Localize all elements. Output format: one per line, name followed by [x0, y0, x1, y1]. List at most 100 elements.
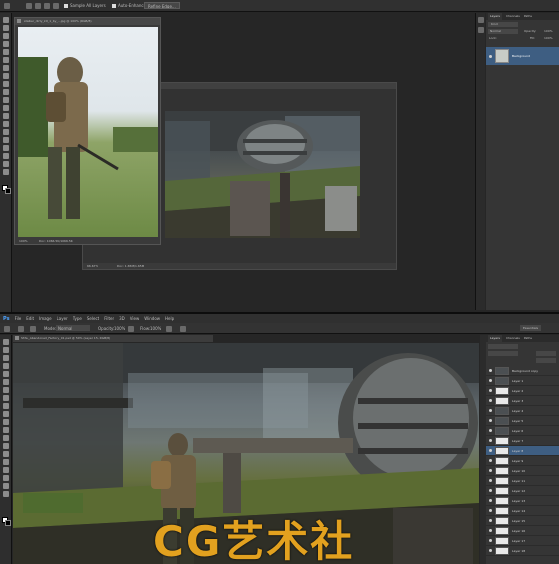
dodge-tool-icon[interactable]: [2, 443, 9, 449]
layer-row-background[interactable]: Background: [486, 47, 559, 65]
layer-row[interactable]: Layer 12: [486, 486, 559, 496]
gradient-tool-icon[interactable]: [2, 427, 9, 433]
visibility-eye-icon[interactable]: [489, 509, 492, 512]
menu-window[interactable]: Window: [144, 316, 160, 321]
visibility-eye-icon[interactable]: [489, 499, 492, 502]
brush-preset-icon[interactable]: [4, 3, 10, 9]
tab-channels[interactable]: Channels: [506, 13, 520, 20]
menu-filter[interactable]: Filter: [104, 316, 114, 321]
visibility-eye-icon[interactable]: [489, 539, 492, 542]
tab-layers-bottom[interactable]: Layers: [488, 335, 502, 342]
tab-paths[interactable]: Paths: [524, 13, 532, 20]
airbrush-icon[interactable]: [166, 326, 172, 332]
tab-channels-bottom[interactable]: Channels: [506, 335, 520, 342]
fill-value[interactable]: 100%: [544, 36, 553, 40]
blend-mode-select[interactable]: Normal: [488, 29, 518, 34]
move-tool-icon[interactable]: [2, 17, 9, 23]
menu-help[interactable]: Help: [165, 316, 174, 321]
layer-row[interactable]: Layer 11: [486, 476, 559, 486]
bottom-kind-filter[interactable]: [488, 344, 518, 349]
kind-filter[interactable]: Kind: [488, 22, 518, 27]
hand-tool-icon[interactable]: [2, 483, 9, 489]
clone-stamp-tool-icon[interactable]: [2, 81, 9, 87]
doc-close-icon[interactable]: [15, 336, 19, 340]
hand-tool-icon[interactable]: [2, 161, 9, 167]
large-doc-zoom[interactable]: 66.67%: [87, 264, 98, 268]
visibility-eye-icon[interactable]: [489, 429, 492, 432]
layer-row[interactable]: Layer 1: [486, 376, 559, 386]
background-color-swatch-bottom[interactable]: [5, 520, 11, 526]
history-brush-tool-icon[interactable]: [2, 89, 9, 95]
marquee-tool-icon[interactable]: [2, 25, 9, 31]
visibility-eye-icon[interactable]: [489, 419, 492, 422]
visibility-eye-icon[interactable]: [489, 489, 492, 492]
eraser-tool-icon[interactable]: [2, 419, 9, 425]
gradient-tool-icon[interactable]: [2, 105, 9, 111]
type-tool-icon[interactable]: [2, 137, 9, 143]
layer-row[interactable]: Layer 13: [486, 496, 559, 506]
crop-tool-icon[interactable]: [2, 49, 9, 55]
healing-tool-icon[interactable]: [2, 387, 9, 393]
pen-tool-icon[interactable]: [2, 129, 9, 135]
brush-tool-icon[interactable]: [2, 73, 9, 79]
menu-layer[interactable]: Layer: [57, 316, 68, 321]
visibility-eye-icon[interactable]: [489, 519, 492, 522]
bottom-blend-mode-select[interactable]: [488, 351, 518, 356]
painting-canvas[interactable]: CG艺术社: [13, 343, 479, 564]
blur-tool-icon[interactable]: [2, 435, 9, 441]
layer-row-selected[interactable]: Layer 8: [486, 446, 559, 456]
menu-image[interactable]: Image: [39, 316, 52, 321]
bottom-doc-tab[interactable]: STAL_Abandoned_Factory_01.psd @ 50% (Lay…: [13, 335, 213, 342]
small-doc-titlebar[interactable]: stalker_dirty_kit_1_by_...jpg @ 100% (RG…: [15, 18, 160, 25]
brush-size-picker-icon[interactable]: [18, 326, 24, 332]
bottom-opacity-field[interactable]: [536, 351, 556, 356]
crop-tool-icon[interactable]: [2, 371, 9, 377]
brush-tool-icon[interactable]: [2, 395, 9, 401]
add-selection-icon[interactable]: [35, 3, 41, 9]
layer-row[interactable]: Layer 4: [486, 406, 559, 416]
quick-selection-tool-icon[interactable]: [2, 363, 9, 369]
visibility-eye-icon[interactable]: [489, 459, 492, 462]
quick-selection-tool-icon[interactable]: [2, 41, 9, 47]
visibility-eye-icon[interactable]: [489, 439, 492, 442]
lasso-tool-icon[interactable]: [2, 355, 9, 361]
flow-value[interactable]: 100%: [150, 326, 161, 331]
path-selection-tool-icon[interactable]: [2, 467, 9, 473]
visibility-eye-icon[interactable]: [489, 479, 492, 482]
workspace-select[interactable]: Essentials: [520, 325, 542, 331]
tab-layers[interactable]: Layers: [488, 13, 502, 20]
mode-select[interactable]: Normal: [56, 325, 90, 331]
menu-edit[interactable]: Edit: [26, 316, 34, 321]
layer-row[interactable]: Layer 10: [486, 466, 559, 476]
menu-view[interactable]: View: [130, 316, 140, 321]
menu-3d[interactable]: 3D: [119, 316, 125, 321]
zoom-tool-icon[interactable]: [2, 491, 9, 497]
menu-file[interactable]: File: [15, 316, 22, 321]
background-color-swatch[interactable]: [5, 188, 11, 194]
shape-tool-icon[interactable]: [2, 153, 9, 159]
brush-size-icon[interactable]: [53, 3, 59, 9]
eyedropper-tool-icon[interactable]: [2, 57, 9, 63]
refine-edge-button[interactable]: Refine Edge...: [144, 2, 180, 9]
layer-row[interactable]: Layer 6: [486, 426, 559, 436]
opacity-value-bottom[interactable]: 100%: [114, 326, 125, 331]
zoom-tool-icon[interactable]: [2, 169, 9, 175]
layer-row[interactable]: Background copy: [486, 366, 559, 376]
layer-row[interactable]: Layer 17: [486, 536, 559, 546]
eyedropper-tool-icon[interactable]: [2, 379, 9, 385]
auto-enhance-checkbox[interactable]: [112, 4, 116, 8]
visibility-eye-icon[interactable]: [489, 409, 492, 412]
small-doc-close-icon[interactable]: [17, 19, 21, 23]
menu-select[interactable]: Select: [87, 316, 99, 321]
visibility-eye-icon[interactable]: [489, 529, 492, 532]
properties-panel-icon[interactable]: [478, 27, 484, 33]
visibility-eye-icon[interactable]: [489, 379, 492, 382]
dodge-tool-icon[interactable]: [2, 121, 9, 127]
bottom-fill-field[interactable]: [536, 358, 556, 363]
pressure-size-icon[interactable]: [180, 326, 186, 332]
layer-row[interactable]: Layer 15: [486, 516, 559, 526]
sample-all-checkbox[interactable]: [64, 4, 68, 8]
layer-row[interactable]: Layer 14: [486, 506, 559, 516]
tool-preset-icon[interactable]: [4, 326, 10, 332]
layer-row[interactable]: Layer 2: [486, 386, 559, 396]
